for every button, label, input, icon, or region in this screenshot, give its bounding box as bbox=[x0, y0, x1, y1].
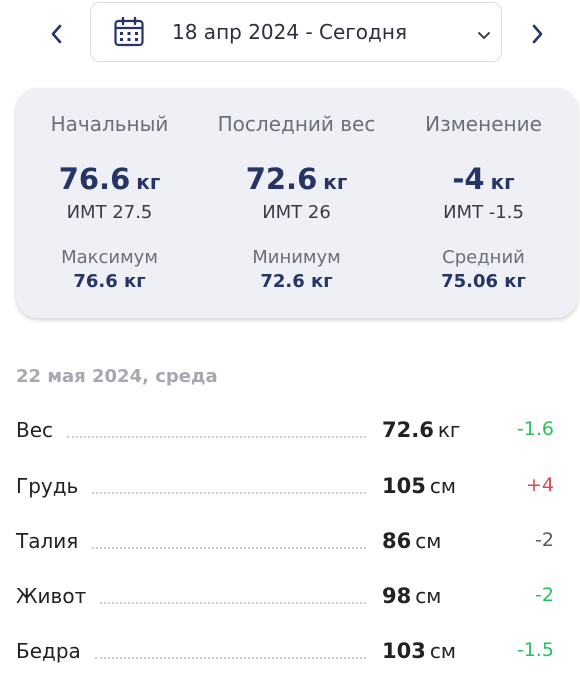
measurement-delta: -1.6 bbox=[516, 418, 554, 440]
summary-value: -4 кг bbox=[390, 162, 577, 196]
next-period-button[interactable] bbox=[519, 16, 555, 52]
summary-value-number: 72.6 bbox=[245, 162, 318, 196]
measurement-name: Живот bbox=[16, 584, 87, 608]
summary-value-number: 76.6 bbox=[58, 162, 131, 196]
measurement-delta: +4 bbox=[525, 474, 554, 496]
row-leader-dots bbox=[92, 547, 366, 549]
summary-sub-value: 72.6 кг bbox=[260, 271, 333, 292]
summary-sub-label: Минимум bbox=[252, 247, 341, 268]
prev-period-button[interactable] bbox=[39, 16, 75, 52]
summary-value: 72.6 кг bbox=[203, 162, 390, 196]
measurement-value: 103 см bbox=[382, 639, 456, 663]
measurement-delta: -2 bbox=[535, 529, 554, 551]
summary-bmi: ИМТ 26 bbox=[262, 202, 331, 223]
measurement-name: Талия bbox=[16, 529, 79, 553]
summary-sub-label: Максимум bbox=[61, 247, 158, 268]
measurement-value: 98 см bbox=[382, 584, 442, 608]
summary-sub-value: 76.6 кг bbox=[73, 271, 146, 292]
date-range-select[interactable]: 18 апр 2024 - Сегодня bbox=[90, 2, 502, 62]
measurement-delta: -1.5 bbox=[516, 639, 554, 661]
measurement-delta: -2 bbox=[535, 584, 554, 606]
date-range-label: 18 апр 2024 - Сегодня bbox=[172, 20, 407, 44]
measurement-row[interactable]: Живот 98 см -2 bbox=[16, 580, 564, 614]
row-leader-dots bbox=[67, 436, 366, 438]
summary-value-number: -4 bbox=[452, 162, 485, 196]
summary-value-unit: кг bbox=[490, 170, 515, 194]
summary-bmi: ИМТ -1.5 bbox=[443, 202, 524, 223]
row-leader-dots bbox=[100, 602, 366, 604]
measurement-name: Бедра bbox=[16, 639, 81, 663]
row-leader-dots bbox=[92, 492, 366, 494]
summary-bmi: ИМТ 27.5 bbox=[66, 202, 153, 223]
summary-value-unit: кг bbox=[323, 170, 348, 194]
summary-value: 76.6 кг bbox=[16, 162, 203, 196]
measurement-value: 72.6 кг bbox=[382, 418, 461, 442]
row-leader-dots bbox=[95, 657, 366, 659]
entry-date-heading: 22 мая 2024, среда bbox=[16, 366, 218, 387]
summary-sub-value: 75.06 кг bbox=[441, 271, 526, 292]
summary-heading: Последний вес bbox=[217, 112, 376, 136]
summary-heading: Начальный bbox=[50, 112, 169, 136]
summary-sub-label: Средний bbox=[442, 247, 525, 268]
chevron-left-icon bbox=[51, 24, 62, 44]
measurement-row[interactable]: Грудь 105 см +4 bbox=[16, 470, 564, 504]
summary-heading: Изменение bbox=[425, 112, 542, 136]
measurement-row[interactable]: Бедра 103 см -1.5 bbox=[16, 635, 564, 669]
measurement-row[interactable]: Талия 86 см -2 bbox=[16, 525, 564, 559]
measurement-value: 86 см bbox=[382, 529, 442, 553]
chevron-right-icon bbox=[532, 24, 543, 44]
measurement-value: 105 см bbox=[382, 474, 456, 498]
chevron-down-icon bbox=[477, 26, 491, 45]
measurement-name: Вес bbox=[16, 418, 54, 442]
weight-summary-card: Начальный 76.6 кг ИМТ 27.5 Максимум 76.6 … bbox=[16, 88, 578, 318]
weight-tracker-page: 18 апр 2024 - Сегодня Начальный 76.6 кг И… bbox=[0, 0, 580, 676]
calendar-icon bbox=[113, 16, 145, 52]
measurement-name: Грудь bbox=[16, 474, 79, 498]
summary-value-unit: кг bbox=[136, 170, 161, 194]
measurement-row[interactable]: Вес 72.6 кг -1.6 bbox=[16, 414, 564, 448]
